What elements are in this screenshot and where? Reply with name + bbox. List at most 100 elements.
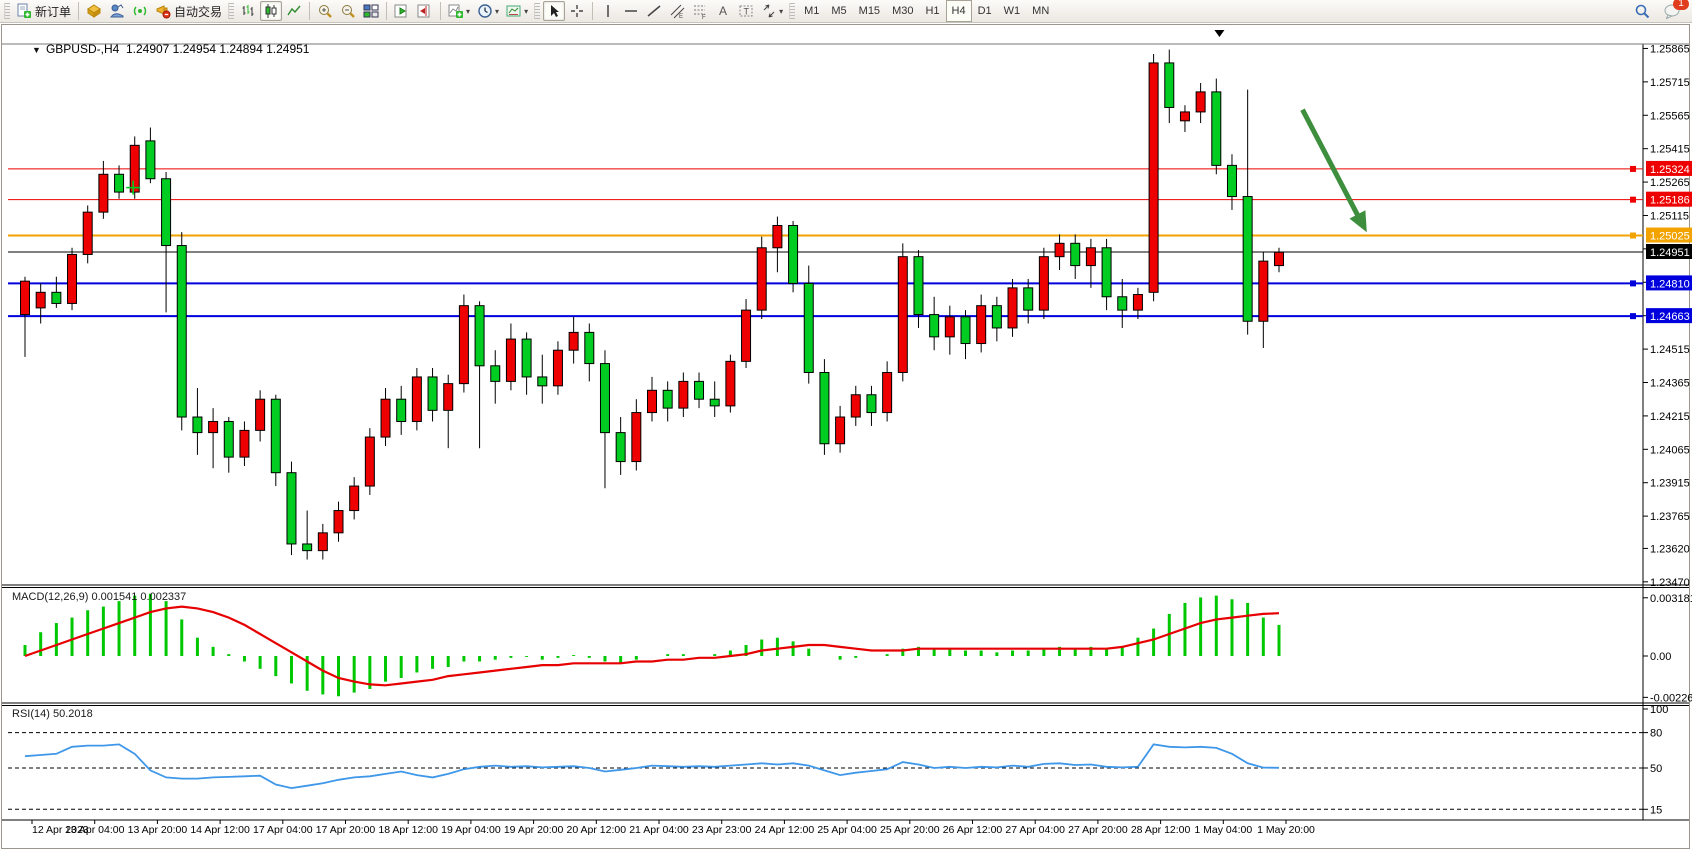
candlestick — [1227, 165, 1236, 196]
timeframe-button-h4[interactable]: H4 — [946, 0, 972, 22]
candlestick — [1071, 243, 1080, 265]
rsi-indicator-label: RSI(14) 50.2018 — [12, 708, 93, 720]
level-line-handle[interactable] — [1630, 197, 1636, 203]
chart-symbol: GBPUSD-,H4 — [46, 42, 119, 56]
timeframe-button-m1[interactable]: M1 — [798, 0, 825, 22]
line-chart-button[interactable] — [283, 1, 305, 21]
timeframe-button-mn[interactable]: MN — [1026, 0, 1055, 22]
trendline-icon — [646, 3, 662, 19]
candlestick — [303, 544, 312, 551]
dropdown-caret-icon: ▾ — [466, 7, 470, 16]
arrows-tool-button[interactable]: ▾ — [758, 1, 786, 21]
crosshair-button[interactable] — [566, 1, 588, 21]
new-order-button[interactable]: 新订单 — [13, 1, 74, 21]
date-label: 14 Apr 12:00 — [190, 824, 250, 836]
candlestick — [522, 339, 531, 377]
candlestick — [240, 430, 249, 457]
chat-button[interactable]: 1 — [1660, 1, 1684, 21]
timeframe-button-m15[interactable]: M15 — [853, 0, 886, 22]
date-label: 27 Apr 04:00 — [1005, 824, 1065, 836]
dropdown-caret-icon: ▾ — [495, 7, 499, 16]
chart-shift-button[interactable] — [414, 1, 436, 21]
dropdown-caret-icon: ▾ — [779, 7, 783, 16]
candlestick — [883, 372, 892, 412]
price-tick-label: 1.25265 — [1650, 177, 1690, 189]
price-tick-label: 1.23765 — [1650, 511, 1690, 523]
zoom-out-button[interactable] — [337, 1, 359, 21]
level-line-handle[interactable] — [1630, 280, 1636, 286]
trading-platform-window: 新订单 — [0, 0, 1692, 852]
chart-area[interactable]: 1.258651.257151.255651.254151.252651.251… — [0, 23, 1692, 852]
svg-text:T: T — [744, 7, 750, 17]
timeframe-button-m30[interactable]: M30 — [886, 0, 919, 22]
auto-scroll-icon — [394, 3, 410, 19]
auto-scroll-button[interactable] — [391, 1, 413, 21]
candlestick — [115, 174, 124, 192]
timeframe-button-h1[interactable]: H1 — [919, 0, 945, 22]
candlestick — [1086, 248, 1095, 266]
toolbar-grip[interactable] — [534, 3, 540, 19]
price-badge-label: 1.24810 — [1650, 278, 1690, 290]
candlestick — [224, 421, 233, 457]
trendline-tool-button[interactable] — [643, 1, 665, 21]
market-watch-button[interactable] — [106, 1, 128, 21]
search-button[interactable] — [1631, 1, 1654, 21]
zoom-in-button[interactable] — [314, 1, 336, 21]
price-tick-label: 1.24065 — [1650, 444, 1690, 456]
horizontal-line-icon — [623, 3, 639, 19]
gold-cube-icon — [86, 3, 102, 19]
macd-tick-label: 0.003181 — [1650, 593, 1692, 605]
candlestick — [412, 377, 421, 422]
signals-button[interactable] — [129, 1, 151, 21]
label-tool-button[interactable]: T — [735, 1, 757, 21]
candlestick — [83, 212, 92, 254]
candlestick — [1118, 297, 1127, 310]
date-label: 26 Apr 12:00 — [943, 824, 1003, 836]
price-tick-label: 1.23620 — [1650, 543, 1690, 555]
candlestick-icon — [263, 3, 279, 19]
date-label: 18 Apr 12:00 — [378, 824, 438, 836]
cursor-button[interactable] — [543, 1, 565, 21]
timeframe-button-m5[interactable]: M5 — [825, 0, 852, 22]
level-line-handle[interactable] — [1630, 166, 1636, 172]
price-badge-label: 1.25186 — [1650, 195, 1690, 207]
price-tick-label: 1.25865 — [1650, 43, 1690, 55]
candlestick — [287, 473, 296, 544]
vline-tool-button[interactable] — [597, 1, 619, 21]
chart-background — [0, 23, 1692, 852]
templates-button[interactable]: ▾ — [503, 1, 531, 21]
collapse-triangle-icon[interactable]: ▼ — [32, 45, 41, 55]
search-icon — [1634, 3, 1651, 20]
candlestick — [1149, 63, 1158, 292]
candlestick — [851, 395, 860, 417]
candlestick — [459, 306, 468, 384]
timeframe-button-d1[interactable]: D1 — [972, 0, 998, 22]
candlestick — [1275, 252, 1284, 265]
auto-trading-button[interactable]: 自动交易 — [152, 1, 225, 21]
channel-tool-button[interactable]: E — [666, 1, 688, 21]
bar-chart-button[interactable] — [237, 1, 259, 21]
candlestick — [945, 317, 954, 337]
candlestick — [632, 413, 641, 462]
tile-windows-button[interactable] — [360, 1, 382, 21]
candlestick — [1039, 257, 1048, 310]
timeframe-button-w1[interactable]: W1 — [998, 0, 1027, 22]
candle-chart-button[interactable] — [260, 1, 282, 21]
text-tool-button[interactable]: A — [712, 1, 734, 21]
level-line-handle[interactable] — [1630, 313, 1636, 319]
candlestick — [679, 381, 688, 408]
toolbar-grip[interactable] — [789, 3, 795, 19]
symbols-button[interactable] — [83, 1, 105, 21]
chart-ohlc-values: 1.24907 1.24954 1.24894 1.24951 — [126, 42, 310, 56]
toolbar-grip[interactable] — [4, 3, 10, 19]
date-label: 1 May 04:00 — [1194, 824, 1252, 836]
level-line-handle[interactable] — [1630, 233, 1636, 239]
fibonacci-tool-button[interactable]: F — [689, 1, 711, 21]
hline-tool-button[interactable] — [620, 1, 642, 21]
indicators-button[interactable]: ▾ — [445, 1, 473, 21]
periods-button[interactable]: ▾ — [474, 1, 502, 21]
toolbar-grip[interactable] — [228, 3, 234, 19]
candlestick — [742, 310, 751, 361]
date-label: 25 Apr 04:00 — [817, 824, 877, 836]
candlestick — [789, 226, 798, 284]
